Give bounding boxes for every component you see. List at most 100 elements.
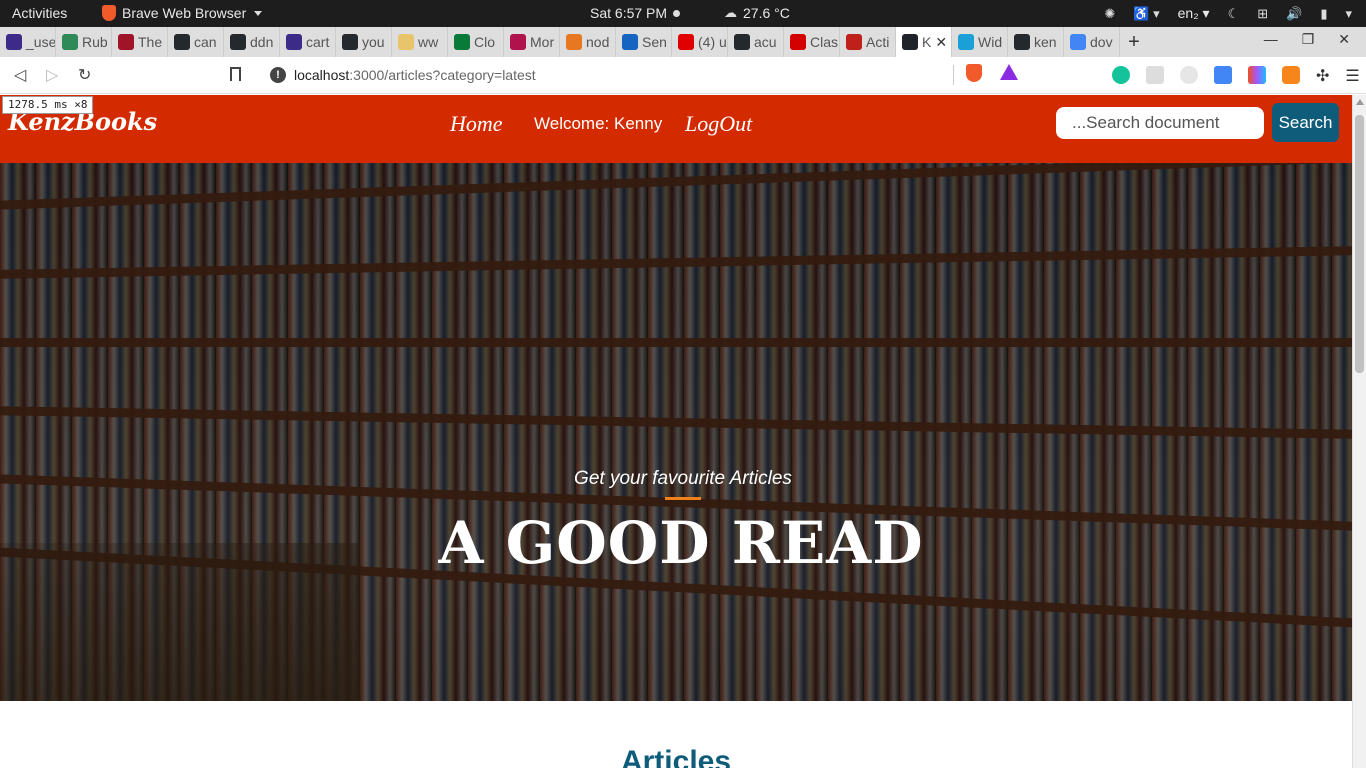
browser-tab[interactable]: can — [168, 27, 224, 57]
tab-favicon-icon — [510, 34, 526, 50]
activities-button[interactable]: Activities — [12, 5, 67, 21]
system-menu-icon[interactable]: ▾ — [1345, 6, 1352, 22]
scroll-up-icon[interactable] — [1356, 99, 1364, 105]
browser-tab[interactable]: _use — [0, 27, 56, 57]
search-button[interactable]: Search — [1272, 103, 1339, 142]
clock[interactable]: Sat 6:57 PM — [590, 5, 681, 21]
hero-subtitle: Get your favourite Articles — [574, 468, 792, 489]
network-icon[interactable]: ⊞ — [1257, 6, 1268, 22]
browser-tab[interactable]: acu — [728, 27, 784, 57]
tab-favicon-icon — [902, 34, 918, 50]
tab-favicon-icon — [118, 34, 134, 50]
metamask-extension-icon[interactable] — [1282, 66, 1300, 84]
grammarly-extension-icon[interactable] — [1112, 66, 1130, 84]
restore-icon[interactable]: ❐ — [1302, 31, 1315, 48]
hero-accent-rule — [665, 497, 701, 500]
hero-banner: Get your favourite Articles A GOOD READ — [0, 163, 1352, 701]
tab-favicon-icon — [678, 34, 694, 50]
app-menu[interactable]: Brave Web Browser — [102, 5, 263, 21]
browser-tab[interactable]: Clas — [784, 27, 840, 57]
scrollbar-thumb[interactable] — [1355, 115, 1364, 373]
extension-icon[interactable] — [1146, 66, 1164, 84]
nav-home-link[interactable]: Home — [450, 111, 503, 137]
accessibility-icon[interactable]: ♿ ▾ — [1133, 6, 1159, 22]
browser-tab[interactable]: Sen — [616, 27, 672, 57]
weather-indicator[interactable]: ☁ 27.6 °C — [724, 5, 790, 21]
extensions-row: ✣ ☰ — [1112, 66, 1360, 86]
window-controls: — ❐ ✕ — [1264, 31, 1350, 48]
back-icon[interactable]: ◁ — [14, 65, 26, 85]
brave-logo-icon — [102, 5, 116, 21]
forward-icon[interactable]: ▷ — [46, 65, 58, 85]
browser-tab[interactable]: dov — [1064, 27, 1120, 57]
address-bar[interactable]: ! localhost:3000/articles?category=lates… — [260, 61, 1026, 89]
browser-tab[interactable]: Mor — [504, 27, 560, 57]
browser-tab[interactable]: cart — [280, 27, 336, 57]
translate-extension-icon[interactable] — [1214, 66, 1232, 84]
tab-favicon-icon — [622, 34, 638, 50]
browser-tab[interactable]: ken — [1008, 27, 1064, 57]
menu-icon[interactable]: ☰ — [1345, 66, 1359, 86]
brave-shields-icon[interactable] — [966, 64, 982, 82]
site-navbar: KenzBooks Home Welcome: Kenny LogOut Sea… — [0, 95, 1352, 163]
browser-tab[interactable]: (4) u — [672, 27, 728, 57]
bookmark-icon[interactable] — [230, 67, 241, 81]
tab-favicon-icon — [454, 34, 470, 50]
browser-tab[interactable]: ww — [392, 27, 448, 57]
tab-strip: _use Rub The can ddn cart you ww Clo Mor nod Sen (4)… — [0, 27, 1366, 57]
tab-favicon-icon — [566, 34, 582, 50]
brightness-icon[interactable]: ✺ — [1104, 6, 1115, 22]
close-tab-icon[interactable]: ✕ — [935, 34, 947, 51]
extension-icon[interactable] — [1180, 66, 1198, 84]
minimize-icon[interactable]: — — [1264, 31, 1278, 48]
browser-tab[interactable]: nod — [560, 27, 616, 57]
browser-toolbar: ◁ ▷ ↻ ! localhost:3000/articles?category… — [0, 57, 1366, 94]
tab-label: The — [138, 34, 163, 50]
volume-icon[interactable]: 🔊 — [1286, 6, 1302, 22]
browser-tab[interactable]: K ✕ — [896, 27, 952, 57]
night-light-icon[interactable]: ☾ — [1228, 6, 1240, 22]
tab-favicon-icon — [734, 34, 750, 50]
page-scrollbar[interactable] — [1352, 95, 1366, 768]
url-path: :3000/articles?category=latest — [349, 67, 536, 83]
chevron-down-icon — [254, 10, 263, 16]
tab-label: _use — [26, 34, 56, 50]
system-top-bar: Activities Brave Web Browser Sat 6:57 PM… — [0, 0, 1366, 27]
browser-tab[interactable]: Wid — [952, 27, 1008, 57]
tab-favicon-icon — [398, 34, 414, 50]
nav-logout-link[interactable]: LogOut — [685, 111, 752, 137]
cloud-icon: ☁ — [724, 5, 737, 20]
site-info-icon[interactable]: ! — [270, 67, 286, 83]
tab-label: ken — [1034, 34, 1057, 50]
figma-extension-icon[interactable] — [1248, 66, 1266, 84]
browser-tab[interactable]: Acti — [840, 27, 896, 57]
app-name: Brave Web Browser — [122, 5, 247, 21]
tab-label: Wid — [978, 34, 1003, 50]
tab-favicon-icon — [174, 34, 190, 50]
brave-rewards-icon[interactable] — [1000, 64, 1018, 80]
browser-tab[interactable]: you — [336, 27, 392, 57]
reload-icon[interactable]: ↻ — [78, 65, 91, 85]
battery-icon[interactable]: ▮ — [1320, 6, 1327, 22]
language-indicator[interactable]: en₂ ▾ — [1178, 5, 1210, 22]
browser-tab[interactable]: ddn — [224, 27, 280, 57]
tab-favicon-icon — [286, 34, 302, 50]
tab-label: Rub — [82, 34, 108, 50]
tab-label: Clo — [474, 34, 496, 50]
tab-label: cart — [306, 34, 330, 50]
tab-favicon-icon — [1014, 34, 1030, 50]
puzzle-icon[interactable]: ✣ — [1316, 66, 1329, 86]
browser-tab[interactable]: Clo — [448, 27, 504, 57]
browser-tab[interactable]: The — [112, 27, 168, 57]
search-input[interactable] — [1056, 107, 1264, 139]
urlbar-divider — [953, 65, 954, 85]
url-host: localhost — [294, 67, 350, 83]
new-tab-icon[interactable]: + — [1120, 31, 1148, 54]
close-window-icon[interactable]: ✕ — [1338, 31, 1350, 48]
tab-label: Clas — [810, 34, 839, 50]
browser-tab[interactable]: Rub — [56, 27, 112, 57]
tab-label: ddn — [250, 34, 274, 50]
articles-heading: Articles — [620, 745, 732, 768]
tab-label: can — [194, 34, 217, 50]
tab-favicon-icon — [230, 34, 246, 50]
